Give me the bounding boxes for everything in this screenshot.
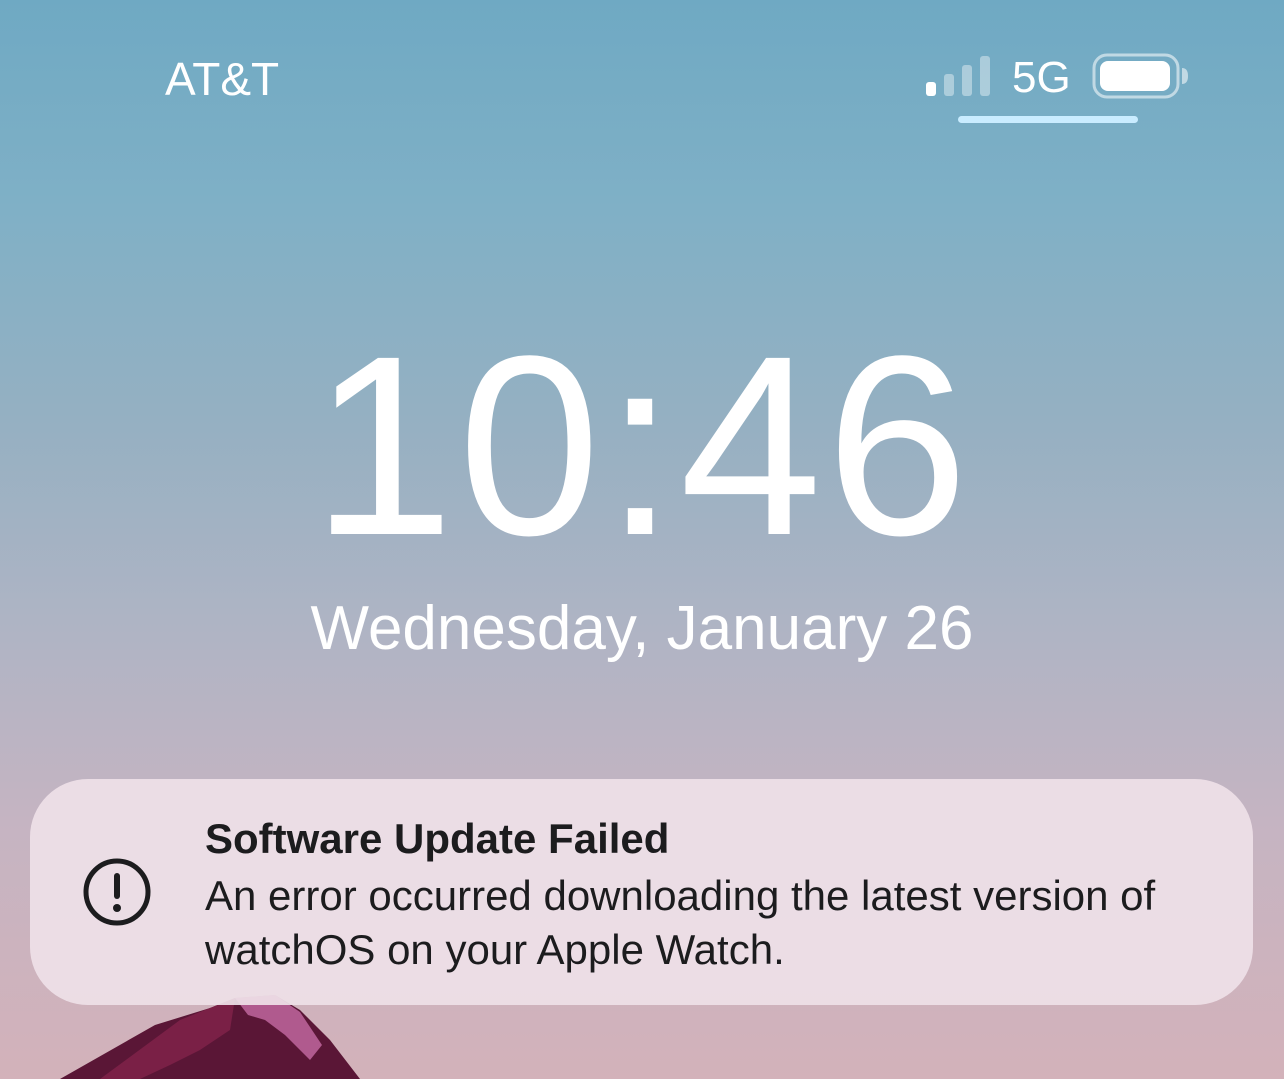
lock-screen-date: Wednesday, January 26 [310, 594, 974, 663]
home-indicator[interactable] [958, 116, 1138, 123]
status-bar: AT&T 5G [0, 0, 1284, 140]
lock-screen-time: 10:46 [311, 303, 973, 589]
notification-body: An error occurred downloading the latest… [205, 872, 1156, 973]
signal-icon [926, 56, 990, 96]
notification-title: Software Update Failed [205, 815, 670, 862]
battery-icon [1092, 53, 1188, 99]
carrier-label: AT&T [165, 53, 280, 105]
network-type-label: 5G [1012, 53, 1071, 102]
exclamation-circle-icon [83, 858, 151, 926]
notification-banner[interactable]: Software Update Failed An error occurred… [30, 779, 1253, 1005]
